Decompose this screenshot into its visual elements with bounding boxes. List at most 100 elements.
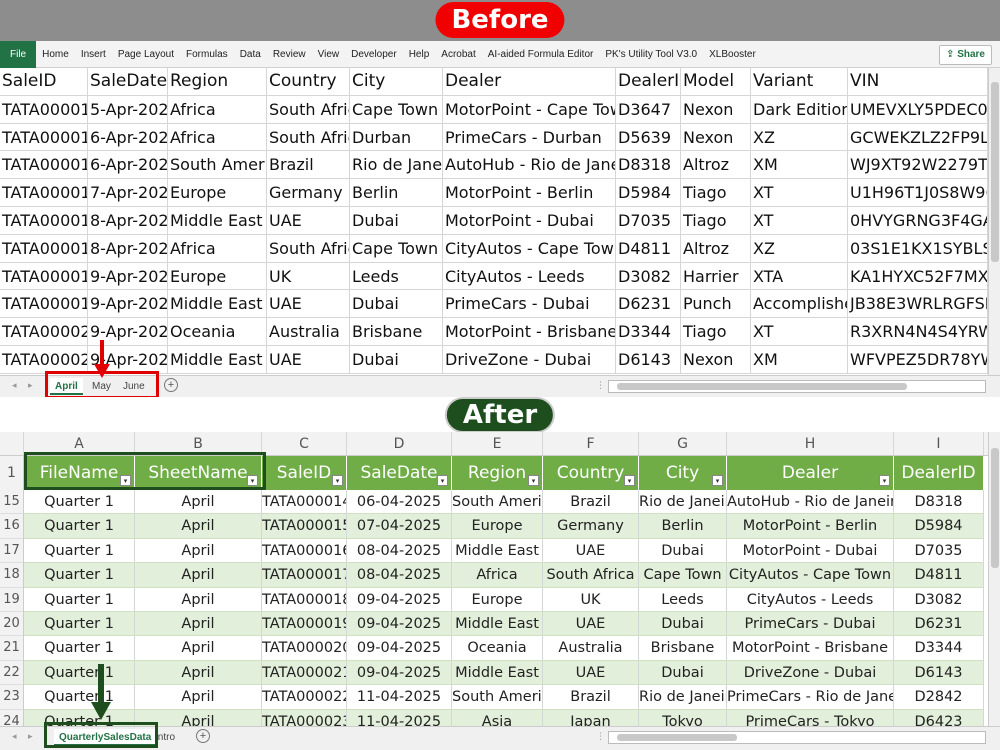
table-cell[interactable]: D7035 — [616, 206, 681, 234]
table-cell[interactable]: April — [135, 587, 262, 612]
table-cell[interactable]: Harrier — [681, 262, 751, 290]
table-cell[interactable]: D6423 — [894, 709, 984, 726]
table-cell[interactable]: UAE — [543, 611, 639, 637]
ribbon-tab-review[interactable]: Review — [267, 49, 312, 60]
filter-dropdown-icon[interactable]: ▾ — [624, 475, 635, 486]
ribbon-tab-help[interactable]: Help — [403, 49, 436, 60]
table-cell[interactable]: PrimeCars - Rio de Janeiro — [727, 685, 894, 710]
table-cell[interactable]: UAE — [267, 290, 350, 318]
table-cell[interactable]: TATA000013 — [0, 123, 88, 151]
table-cell[interactable]: April — [135, 563, 262, 588]
column-header[interactable]: DealerID — [616, 68, 681, 95]
table-cell[interactable]: U1H96T1J0S8W96E7 — [848, 179, 988, 206]
column-header[interactable]: Variant — [751, 68, 848, 95]
table-cell[interactable]: D3647 — [616, 95, 681, 123]
table-cell[interactable]: D6231 — [894, 611, 984, 637]
table-cell[interactable]: 5-Apr-2025 — [88, 95, 168, 123]
row-number[interactable]: 1 — [0, 456, 24, 490]
row-number[interactable]: 23 — [0, 685, 24, 710]
table-cell[interactable]: TATA000018 — [0, 262, 88, 290]
table-cell[interactable]: South Africa — [543, 563, 639, 588]
table-cell[interactable]: Dubai — [350, 345, 443, 373]
after-horizontal-scrollbar[interactable] — [608, 731, 986, 744]
table-cell[interactable]: UAE — [267, 345, 350, 373]
table-cell[interactable]: Africa — [168, 123, 267, 151]
ribbon-tab-file[interactable]: File — [0, 40, 37, 68]
table-cell[interactable]: CityAutos - Leeds — [727, 587, 894, 612]
table-cell[interactable]: Quarter 1 — [24, 563, 135, 588]
table-cell[interactable]: Quarter 1 — [24, 490, 135, 515]
filter-dropdown-icon[interactable]: ▾ — [879, 475, 890, 486]
table-cell[interactable]: D5984 — [616, 179, 681, 206]
column-letter[interactable]: D — [347, 432, 452, 455]
table-cell[interactable]: Middle East — [168, 206, 267, 234]
table-cell[interactable]: TATA000020 — [262, 636, 347, 661]
column-header[interactable]: City ▾ — [639, 456, 727, 490]
table-cell[interactable]: Middle East — [452, 611, 543, 637]
table-cell[interactable]: AutoHub - Rio de Janeiro — [443, 151, 616, 179]
table-cell[interactable]: TATA000015 — [0, 179, 88, 206]
table-cell[interactable]: Middle East — [452, 538, 543, 564]
table-cell[interactable]: Dubai — [350, 206, 443, 234]
table-cell[interactable]: 8-Apr-2025 — [88, 234, 168, 262]
table-cell[interactable]: TATA000020 — [0, 318, 88, 345]
table-cell[interactable]: Quarter 1 — [24, 685, 135, 710]
filter-dropdown-icon[interactable]: ▾ — [437, 475, 448, 486]
table-cell[interactable]: Brazil — [267, 151, 350, 179]
table-cell[interactable]: D3082 — [616, 262, 681, 290]
table-cell[interactable]: Germany — [267, 179, 350, 206]
table-cell[interactable]: Dark Edition — [751, 95, 848, 123]
table-cell[interactable]: Quarter 1 — [24, 611, 135, 637]
row-number[interactable]: 21 — [0, 636, 24, 661]
column-header[interactable]: SaleID — [0, 68, 88, 95]
table-cell[interactable]: Altroz — [681, 151, 751, 179]
table-cell[interactable]: UMEVXLY5PDEC0TH — [848, 95, 988, 123]
table-cell[interactable]: D6231 — [616, 290, 681, 318]
table-cell[interactable]: Tiago — [681, 318, 751, 345]
table-cell[interactable]: Quarter 1 — [24, 514, 135, 539]
table-cell[interactable]: Oceania — [452, 636, 543, 661]
table-cell[interactable]: PrimeCars - Dubai — [727, 611, 894, 637]
table-cell[interactable]: D7035 — [894, 538, 984, 564]
column-header[interactable]: Region — [168, 68, 267, 95]
table-cell[interactable]: Nexon — [681, 95, 751, 123]
table-cell[interactable]: D4811 — [616, 234, 681, 262]
ribbon-tab-formulas[interactable]: Formulas — [180, 49, 234, 60]
table-cell[interactable]: D8318 — [616, 151, 681, 179]
table-cell[interactable]: 09-04-2025 — [347, 587, 452, 612]
table-cell[interactable]: Quarter 1 — [24, 660, 135, 686]
table-cell[interactable]: KA1HYXC52F7MXFYI — [848, 262, 988, 290]
row-number[interactable]: 15 — [0, 490, 24, 515]
column-header[interactable]: City — [350, 68, 443, 95]
table-cell[interactable]: Dubai — [639, 611, 727, 637]
row-number[interactable]: 24 — [0, 709, 24, 726]
ribbon-tab-insert[interactable]: Insert — [75, 49, 112, 60]
table-cell[interactable]: Leeds — [350, 262, 443, 290]
table-cell[interactable]: R3XRN4N4S4YRWF6 — [848, 318, 988, 345]
table-cell[interactable]: 6-Apr-2025 — [88, 151, 168, 179]
table-cell[interactable]: XZ — [751, 234, 848, 262]
table-cell[interactable]: 9-Apr-2025 — [88, 262, 168, 290]
table-cell[interactable]: TATA000019 — [0, 290, 88, 318]
column-header[interactable]: SaleID ▾ — [262, 456, 347, 490]
select-all-corner[interactable] — [0, 432, 24, 455]
table-cell[interactable]: MotorPoint - Cape Town — [443, 95, 616, 123]
table-cell[interactable]: April — [135, 636, 262, 661]
table-cell[interactable]: D8318 — [894, 490, 984, 515]
table-cell[interactable]: PrimeCars - Dubai — [443, 290, 616, 318]
table-cell[interactable]: Middle East — [168, 290, 267, 318]
table-cell[interactable]: 07-04-2025 — [347, 514, 452, 539]
table-cell[interactable]: WFVPEZ5DR78YWFK — [848, 345, 988, 373]
table-cell[interactable]: MotorPoint - Dubai — [443, 206, 616, 234]
table-cell[interactable]: MotorPoint - Berlin — [727, 514, 894, 539]
column-letter[interactable]: C — [262, 432, 347, 455]
table-cell[interactable]: Europe — [452, 514, 543, 539]
table-cell[interactable]: GCWEKZLZ2FP9LS8R — [848, 123, 988, 151]
column-header[interactable]: Model — [681, 68, 751, 95]
table-cell[interactable]: 11-04-2025 — [347, 709, 452, 726]
table-cell[interactable]: Europe — [452, 587, 543, 612]
table-cell[interactable]: D3344 — [616, 318, 681, 345]
table-cell[interactable]: 06-04-2025 — [347, 490, 452, 515]
table-cell[interactable]: TATA000016 — [0, 206, 88, 234]
table-cell[interactable]: Quarter 1 — [24, 587, 135, 612]
